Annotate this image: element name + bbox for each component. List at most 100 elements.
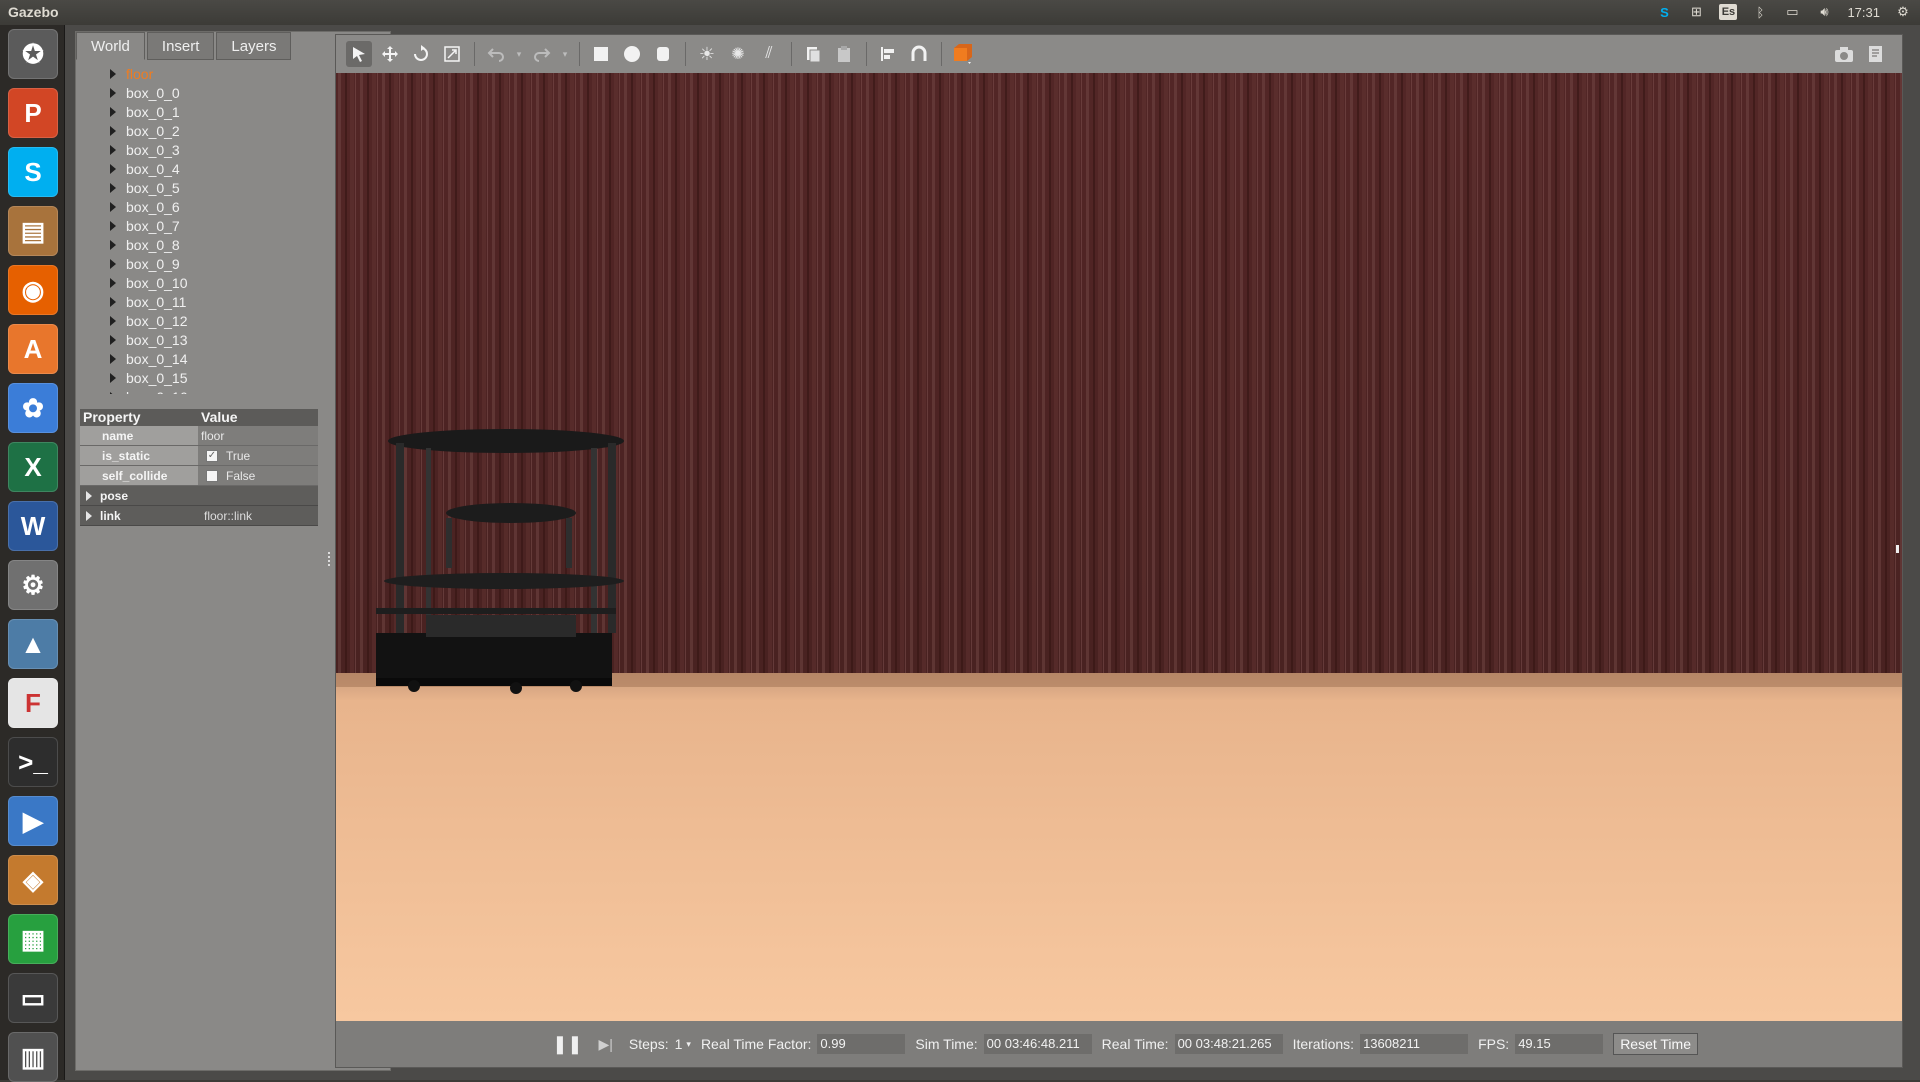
- expand-arrow-icon[interactable]: [110, 106, 116, 117]
- log-record-icon[interactable]: [1863, 41, 1889, 67]
- expand-arrow-icon[interactable]: [110, 391, 116, 394]
- calc-spreadsheet-icon[interactable]: ▦: [8, 914, 58, 964]
- expand-arrow-icon[interactable]: [110, 277, 116, 288]
- software-center-icon[interactable]: A: [8, 324, 58, 374]
- align-icon[interactable]: [875, 41, 901, 67]
- tree-item-label: box_0_0: [126, 84, 180, 101]
- right-splitter-handle[interactable]: [1896, 545, 1899, 553]
- expand-arrow-icon[interactable]: [110, 296, 116, 307]
- prop-group-value: floor::link: [204, 508, 253, 523]
- firefox-icon[interactable]: ◉: [8, 265, 58, 315]
- expand-arrow-icon[interactable]: [110, 334, 116, 345]
- checkbox-label: False: [226, 468, 256, 483]
- is-static-checkbox[interactable]: ✓: [206, 449, 218, 462]
- expand-arrow-icon[interactable]: [110, 144, 116, 155]
- prop-group-link[interactable]: link floor::link: [80, 506, 318, 526]
- cylinder-shape-icon[interactable]: [650, 41, 676, 67]
- files-icon[interactable]: ▤: [8, 206, 58, 256]
- translate-mode-icon[interactable]: [377, 41, 403, 67]
- expand-arrow-icon[interactable]: [110, 125, 116, 136]
- tree-item-label: box_0_5: [126, 179, 180, 196]
- top-menu-bar: Gazebo S ⊞ Es ᛒ ▭ 🔊︎ 17:31 ⚙: [0, 0, 1920, 25]
- expand-arrow-icon[interactable]: [110, 68, 116, 79]
- snap-icon[interactable]: [906, 41, 932, 67]
- clock[interactable]: 17:31: [1847, 5, 1880, 20]
- battery-icon[interactable]: ▭: [1783, 3, 1801, 21]
- virtualbox-icon[interactable]: ◈: [8, 855, 58, 905]
- keyboard-layout-indicator[interactable]: Es: [1719, 4, 1738, 20]
- scale-mode-icon[interactable]: [439, 41, 465, 67]
- expand-arrow-icon[interactable]: [110, 201, 116, 212]
- skype-icon[interactable]: S: [8, 147, 58, 197]
- paste-icon[interactable]: [831, 41, 857, 67]
- pause-icon[interactable]: ❚❚: [552, 1034, 582, 1055]
- power-gear-icon[interactable]: ⚙: [1894, 3, 1912, 21]
- workspace-switcher-icon[interactable]: ▭: [8, 973, 58, 1023]
- tree-item-label: box_0_16: [126, 389, 188, 395]
- bluetooth-icon[interactable]: ᛒ: [1751, 3, 1769, 21]
- expand-arrow-icon[interactable]: [110, 239, 116, 250]
- redo-icon[interactable]: [529, 41, 555, 67]
- point-light-icon[interactable]: ☀: [694, 41, 720, 67]
- workspaces-icon[interactable]: ⊞: [1687, 3, 1705, 21]
- powerpoint-icon[interactable]: P: [8, 88, 58, 138]
- tree-item-label: box_0_10: [126, 274, 188, 291]
- trash-icon[interactable]: ▥: [8, 1032, 58, 1082]
- prop-value-field[interactable]: floor: [198, 426, 318, 445]
- expand-arrow-icon[interactable]: [110, 182, 116, 193]
- directional-light-icon[interactable]: ⫽: [756, 41, 782, 67]
- prop-row-name: name floor: [80, 426, 318, 446]
- system-tray: S ⊞ Es ᛒ ▭ 🔊︎ 17:31 ⚙: [1655, 3, 1912, 21]
- expand-arrow-icon[interactable]: [110, 163, 116, 174]
- panel-tabs: World Insert Layers: [76, 32, 293, 60]
- word-icon[interactable]: W: [8, 501, 58, 551]
- expand-arrow-icon[interactable]: [110, 315, 116, 326]
- tree-item-label: floor: [126, 65, 154, 82]
- screenshot-camera-icon[interactable]: [1831, 41, 1857, 67]
- panel-splitter-handle[interactable]: [328, 552, 332, 566]
- rotate-mode-icon[interactable]: [408, 41, 434, 67]
- prop-group-label: pose: [100, 488, 129, 503]
- expand-arrow-icon[interactable]: [110, 353, 116, 364]
- terminal-icon[interactable]: >_: [8, 737, 58, 787]
- sphere-shape-icon[interactable]: [619, 41, 645, 67]
- step-icon[interactable]: ▶|: [599, 1036, 613, 1053]
- prop-value: False: [198, 466, 318, 485]
- tab-world[interactable]: World: [76, 32, 145, 60]
- system-tools-icon[interactable]: ⚙: [8, 560, 58, 610]
- prop-group-pose[interactable]: pose: [80, 486, 318, 506]
- excel-icon[interactable]: X: [8, 442, 58, 492]
- volume-icon[interactable]: 🔊︎: [1815, 3, 1833, 21]
- tab-layers[interactable]: Layers: [216, 32, 292, 60]
- expand-arrow-icon[interactable]: [110, 258, 116, 269]
- picasa-icon[interactable]: ✿: [8, 383, 58, 433]
- 3d-viewport[interactable]: [336, 73, 1902, 1021]
- tree-item-label: box_0_3: [126, 141, 180, 158]
- skype-tray-icon[interactable]: S: [1655, 3, 1673, 21]
- system-settings-icon[interactable]: ✪: [8, 29, 58, 79]
- self-collide-checkbox[interactable]: [206, 469, 218, 482]
- real-time-label: Real Time:: [1101, 1036, 1169, 1052]
- steps-spinbox[interactable]: 1: [675, 1036, 683, 1052]
- copy-icon[interactable]: [800, 41, 826, 67]
- box-shape-icon[interactable]: [588, 41, 614, 67]
- redo-history-dropdown-icon[interactable]: ▾: [560, 41, 570, 67]
- spot-light-icon[interactable]: ✺: [725, 41, 751, 67]
- expand-arrow-icon[interactable]: [110, 372, 116, 383]
- tab-insert[interactable]: Insert: [146, 32, 215, 60]
- reset-time-button[interactable]: Reset Time: [1613, 1033, 1698, 1055]
- tree-item-label: box_0_9: [126, 255, 180, 272]
- undo-history-dropdown-icon[interactable]: ▾: [514, 41, 524, 67]
- expand-arrow-icon[interactable]: [110, 87, 116, 98]
- pdf-editor-icon[interactable]: F: [8, 678, 58, 728]
- view-angle-icon[interactable]: [950, 41, 976, 67]
- steps-dropdown-icon[interactable]: ▾: [686, 1039, 691, 1050]
- matlab-icon[interactable]: ▲: [8, 619, 58, 669]
- media-player-icon[interactable]: ▶: [8, 796, 58, 846]
- undo-icon[interactable]: [483, 41, 509, 67]
- real-time-field: 00 03:48:21.265: [1174, 1034, 1283, 1054]
- expand-arrow-icon[interactable]: [110, 220, 116, 231]
- prop-row-self-collide: self_collide False: [80, 466, 318, 486]
- select-mode-icon[interactable]: [346, 41, 372, 67]
- sim-time-field: 00 03:46:48.211: [983, 1034, 1092, 1054]
